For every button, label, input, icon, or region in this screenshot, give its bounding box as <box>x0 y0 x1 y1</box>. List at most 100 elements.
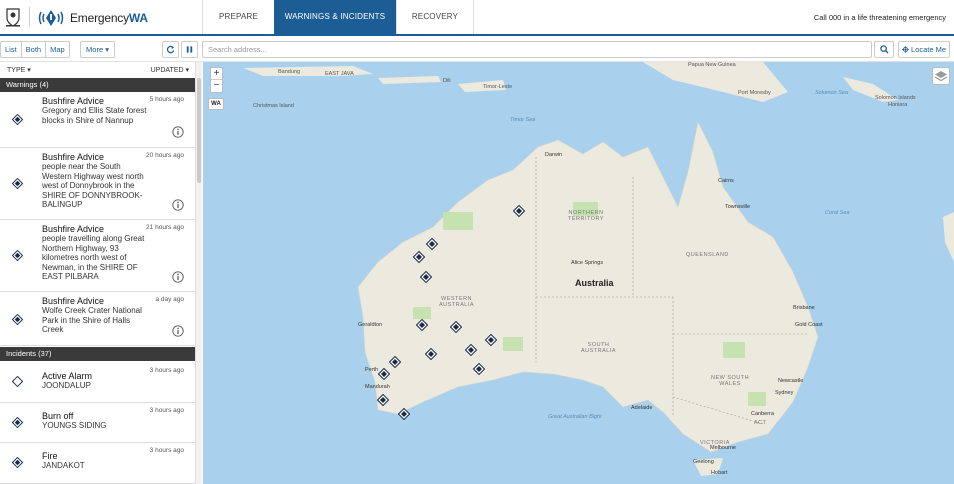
incident-list-panel: TYPE ▾ UPDATED ▾ Warnings (4) Bushfire A… <box>0 62 196 484</box>
state-label-nt: NORTHERN TERRITORY <box>568 210 605 222</box>
view-mode-toggle: List Both Map <box>0 41 70 58</box>
city-label: Hobart <box>711 470 728 476</box>
sort-row: TYPE ▾ UPDATED ▾ <box>0 62 195 77</box>
place-label: Solomon Islands <box>875 95 916 101</box>
place-label: Bandung <box>278 69 301 75</box>
item-description: Gregory and Ellis State forest blocks in… <box>42 106 147 125</box>
city-label: Cairns <box>718 178 734 184</box>
logo-divider <box>29 7 30 27</box>
city-label: Brisbane <box>793 305 815 311</box>
warning-marker[interactable] <box>450 321 462 333</box>
park-area <box>748 392 766 406</box>
place-label: Christmas Island <box>253 103 294 109</box>
list-item[interactable]: Bushfire Advice Wolfe Creek Crater Natio… <box>0 292 195 346</box>
refresh-button[interactable] <box>162 41 179 58</box>
tab-warnings-incidents[interactable]: WARNINGS & INCIDENTS <box>274 0 396 34</box>
info-icon[interactable] <box>172 126 184 138</box>
park-area <box>503 337 523 351</box>
tab-prepare[interactable]: PREPARE <box>202 0 274 34</box>
warning-marker[interactable] <box>465 344 477 356</box>
park-area <box>413 307 431 319</box>
warning-marker[interactable] <box>377 394 389 406</box>
scrollbar-thumb[interactable] <box>197 78 201 183</box>
city-label: Townsville <box>725 204 751 210</box>
brand-logo-text[interactable]: EmergencyWA <box>70 11 148 25</box>
list-item[interactable]: Bushfire Advice Gregory and Ellis State … <box>0 92 195 148</box>
place-label: EAST JAVA <box>325 71 354 77</box>
incidents-section-header[interactable]: Incidents (37) <box>0 347 195 361</box>
warning-marker[interactable] <box>473 363 485 375</box>
view-both-button[interactable]: Both <box>22 42 47 57</box>
zoom-control: + − <box>210 67 223 93</box>
item-description: Wolfe Creek Crater National Park in the … <box>42 306 142 334</box>
tab-recovery[interactable]: RECOVERY <box>396 0 474 34</box>
state-label-wa: WESTERN AUSTRALIA <box>439 296 475 308</box>
toolbar: List Both Map More ▾ Search address... L… <box>0 38 954 62</box>
city-label: Perth <box>365 367 379 373</box>
warning-marker[interactable] <box>416 319 428 331</box>
list-item[interactable]: Fire JANDAKOT 3 hours ago <box>0 443 195 484</box>
info-icon[interactable] <box>172 271 184 283</box>
warnings-section-header[interactable]: Warnings (4) <box>0 78 195 92</box>
list-scrollbar[interactable] <box>196 62 202 484</box>
warning-marker[interactable] <box>413 251 425 263</box>
map-base-layer <box>243 62 954 476</box>
state-label-sa: SOUTH AUSTRALIA <box>581 342 617 354</box>
more-button[interactable]: More ▾ <box>80 41 115 58</box>
item-timestamp: 21 hours ago <box>146 224 184 231</box>
map-view[interactable]: Bandung EAST JAVA Dili Timor-Leste Papua… <box>203 62 954 484</box>
info-icon[interactable] <box>172 199 184 211</box>
place-label: Dili <box>443 78 451 84</box>
place-label: Timor-Leste <box>483 84 513 90</box>
zoom-out-button[interactable]: − <box>211 80 222 92</box>
emergency-call-notice: Call 000 in a life threatening emergency <box>813 13 946 22</box>
warning-marker[interactable] <box>426 238 438 250</box>
warning-marker[interactable] <box>389 356 401 368</box>
view-map-button[interactable]: Map <box>46 42 69 57</box>
warning-marker[interactable] <box>398 408 410 420</box>
zoom-in-button[interactable]: + <box>211 68 222 80</box>
list-item[interactable]: Bushfire Advice people travelling along … <box>0 220 195 292</box>
search-icon <box>879 45 889 54</box>
crosshair-icon <box>901 46 909 53</box>
city-label: Gold Coast <box>795 322 823 328</box>
warning-marker[interactable] <box>420 271 432 283</box>
item-title: Bushfire Advice <box>42 152 105 162</box>
state-label-qld: QUEENSLAND <box>686 252 729 258</box>
main-nav: PREPARE WARNINGS & INCIDENTS RECOVERY <box>202 0 474 34</box>
city-label: Geelong <box>693 459 714 465</box>
list-item[interactable]: Burn off YOUNGS SIDING 3 hours ago <box>0 403 195 443</box>
warning-marker[interactable] <box>513 205 525 217</box>
bushfire-advice-icon <box>12 178 23 189</box>
pause-button[interactable] <box>181 41 198 58</box>
warning-marker[interactable] <box>425 348 437 360</box>
bushfire-advice-icon <box>12 314 23 325</box>
item-title: Bushfire Advice <box>42 96 105 106</box>
item-description: people near the South Western Highway we… <box>42 162 144 209</box>
search-button[interactable] <box>874 41 894 58</box>
place-label: Honiara <box>888 102 908 108</box>
item-timestamp: 3 hours ago <box>149 447 184 454</box>
park-area <box>443 212 473 230</box>
layers-button[interactable] <box>932 67 950 85</box>
list-item[interactable]: Bushfire Advice people near the South We… <box>0 148 195 220</box>
wa-extent-button[interactable]: WA <box>208 98 224 110</box>
warning-marker[interactable] <box>378 368 390 380</box>
alarm-incident-icon <box>12 376 23 387</box>
warning-marker[interactable] <box>485 334 497 346</box>
emergency-broadcast-icon[interactable] <box>37 8 65 28</box>
info-icon[interactable] <box>172 325 184 337</box>
sort-by-updated-button[interactable]: UPDATED ▾ <box>151 66 189 74</box>
new-guinea-landmass <box>643 62 788 102</box>
view-list-button[interactable]: List <box>1 42 22 57</box>
search-input[interactable]: Search address... <box>202 41 872 58</box>
list-item[interactable]: Active Alarm JOONDALUP 3 hours ago <box>0 361 195 403</box>
park-area <box>723 342 745 358</box>
state-label-act: ACT <box>754 420 767 426</box>
city-label: Newcastle <box>778 378 804 384</box>
locate-me-button[interactable]: Locate Me <box>898 41 950 58</box>
city-label: Sydney <box>775 390 794 396</box>
refresh-icon <box>166 45 175 54</box>
sort-by-type-button[interactable]: TYPE ▾ <box>7 66 31 74</box>
bushfire-advice-icon <box>12 114 23 125</box>
